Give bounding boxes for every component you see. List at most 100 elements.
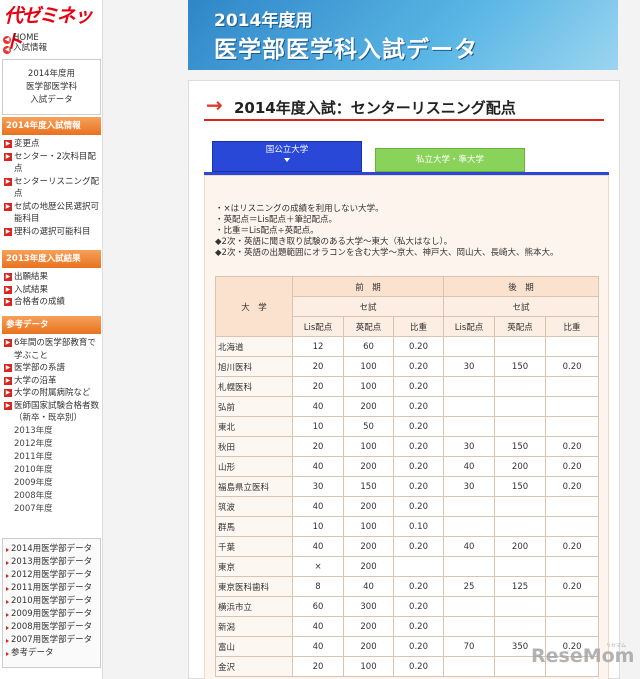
arrow-right-icon: ▶ — [4, 285, 12, 294]
link-2013-data[interactable]: 2013用医学部データ — [3, 556, 100, 569]
nav-item-science-subjects[interactable]: ▶ 理科の選択可能科目 — [2, 226, 101, 239]
cell-value — [545, 616, 600, 637]
cell-value: 150 — [343, 476, 394, 497]
link-2012-data[interactable]: 2012用医学部データ — [3, 569, 100, 582]
nav-list-2014-info: ▶ 変更点 ▶ センター・2次科目配点 ▶ センターリスニング配点 ▶ セ試の地歴公民選… — [2, 138, 101, 238]
cell-value: 0.20 — [392, 336, 445, 357]
nav-item-passer-scores[interactable]: ▶ 合格者の成績 — [2, 296, 101, 309]
cell-value: 200 — [343, 556, 394, 577]
cell-value — [494, 616, 547, 637]
cell-value: 200 — [494, 536, 547, 557]
table-row: 北海道 12 60 0.20 — [215, 336, 600, 357]
cell-value — [545, 336, 600, 357]
nav-list-2013-results: ▶ 出願結果 ▶ 入試結果 ▶ 合格者の成績 — [2, 271, 101, 309]
table-row: 新潟 40 200 0.20 — [215, 616, 600, 637]
cell-university: 東京 — [215, 556, 293, 577]
table-row: 福島県立医科 30 150 0.20 30 150 0.20 — [215, 476, 600, 497]
link-2008-data[interactable]: 2008用医学部データ — [3, 621, 100, 634]
cell-university: 金沢 — [215, 656, 293, 677]
cell-value: 200 — [343, 456, 394, 477]
main-panel: → 2014年度入試：センターリスニング配点 国公立大学 私立大学・準大学 ・×… — [188, 80, 620, 679]
cell-value — [443, 396, 496, 417]
nav-item-social-subjects[interactable]: ▶ セ試の地歴公民選択可能科目 — [2, 201, 101, 226]
table-row: 弘前 40 200 0.20 — [215, 396, 600, 417]
cell-value: 100 — [343, 376, 394, 397]
exam-info-link[interactable]: ◀ 入試情報 — [3, 43, 47, 54]
tab-national-public[interactable]: 国公立大学 — [212, 141, 362, 172]
table-row: 秋田 20 100 0.20 30 150 0.20 — [215, 436, 600, 457]
link-reference-data[interactable]: 参考データ — [3, 647, 100, 660]
cell-value — [494, 336, 547, 357]
tab-content: ・×はリスニングの成績を利用しない大学。 ・英配点＝Lis配点＋筆記配点。 ・比… — [204, 175, 609, 679]
cell-value — [494, 556, 547, 577]
header-banner: 2014年度用 医学部医学科入試データ — [188, 0, 618, 70]
table-body: 北海道 12 60 0.20 旭川医科 20 100 0.20 30 150 0.20 札幌医科 20 1… — [215, 336, 600, 677]
arrow-right-icon: ▶ — [4, 364, 12, 372]
cell-value: 40 — [343, 576, 394, 597]
nav-item-history[interactable]: ▶ 大学の沿革 — [2, 375, 101, 388]
cell-value: 0.20 — [392, 476, 445, 497]
link-2014-data[interactable]: 2014用医学部データ — [3, 543, 100, 556]
cell-value: 0.20 — [545, 456, 600, 477]
nav-item-six-years[interactable]: ▶ 6年間の医学部教育で学ぶこと — [2, 337, 101, 362]
arrow-right-icon: ▶ — [4, 227, 12, 236]
nav-year-2008[interactable]: 2008年度 — [2, 490, 101, 503]
cell-university: 東京医科歯科 — [215, 576, 293, 597]
nav-year-2012[interactable]: 2012年度 — [2, 438, 101, 451]
cell-value — [545, 376, 600, 397]
cell-value: 0.20 — [545, 476, 600, 497]
cell-university: 千葉 — [215, 536, 293, 557]
cell-value — [545, 516, 600, 537]
nav-year-2009[interactable]: 2009年度 — [2, 477, 101, 490]
cell-value: 150 — [494, 476, 547, 497]
cell-value: 200 — [343, 496, 394, 517]
header-seshi-kouki: セ試 — [443, 296, 600, 317]
cell-university: 東北 — [215, 416, 293, 437]
cell-value: 0.20 — [392, 656, 445, 677]
nav-item-exam-results[interactable]: ▶ 入試結果 — [2, 284, 101, 297]
cell-value: 40 — [292, 636, 344, 657]
site-logo[interactable]: 代ゼミネット — [4, 3, 101, 53]
link-2010-data[interactable]: 2010用医学部データ — [3, 595, 100, 608]
cell-value — [443, 496, 496, 517]
nav-year-2013[interactable]: 2013年度 — [2, 425, 101, 438]
cell-value: 10 — [292, 516, 344, 537]
cell-value: 40 — [292, 496, 344, 517]
cell-university: 筑波 — [215, 496, 293, 517]
link-2007-data[interactable]: 2007用医学部データ — [3, 634, 100, 647]
cell-value: 100 — [343, 516, 394, 537]
nav-item-hospitals[interactable]: ▶ 大学の附属病院など — [2, 387, 101, 400]
cell-university: 北海道 — [215, 336, 293, 357]
cell-university: 秋田 — [215, 436, 293, 457]
cell-value: 125 — [494, 576, 547, 597]
cell-value — [443, 656, 496, 677]
nav-item-listening-points[interactable]: ▶ センターリスニング配点 — [2, 176, 101, 201]
data-title-box[interactable]: 2014年度用 医学部医学科 入試データ — [2, 59, 101, 115]
cell-value: 100 — [343, 356, 394, 377]
nav-year-2010[interactable]: 2010年度 — [2, 464, 101, 477]
nav-item-subject-points[interactable]: ▶ センター・2次科目配点 — [2, 151, 101, 176]
tab-private[interactable]: 私立大学・準大学 — [375, 148, 525, 172]
nav-item-lineage[interactable]: ▶ 医学部の系譜 — [2, 362, 101, 375]
cell-value — [392, 556, 445, 577]
arrow-right-icon: ▶ — [4, 389, 12, 397]
cell-value: 200 — [343, 396, 394, 417]
cell-value — [545, 416, 600, 437]
nav-item-changes[interactable]: ▶ 変更点 — [2, 138, 101, 151]
nav-year-2011[interactable]: 2011年度 — [2, 451, 101, 464]
cell-value: 25 — [443, 576, 496, 597]
cell-value: 300 — [343, 596, 394, 617]
arrow-right-icon: ▶ — [4, 152, 12, 161]
nav-year-2007[interactable]: 2007年度 — [2, 503, 101, 516]
cell-value: 30 — [443, 436, 496, 457]
cell-value: 0.20 — [392, 496, 445, 517]
nav-item-national-exam[interactable]: ▶ 医師国家試験合格者数（新卒・既卒別） — [2, 400, 101, 425]
cell-value: 200 — [343, 636, 394, 657]
cell-value — [494, 376, 547, 397]
nav-item-applications[interactable]: ▶ 出願結果 — [2, 271, 101, 284]
link-2009-data[interactable]: 2009用医学部データ — [3, 608, 100, 621]
cell-value: 20 — [292, 376, 344, 397]
cell-value: 60 — [343, 336, 394, 357]
link-2011-data[interactable]: 2011用医学部データ — [3, 582, 100, 595]
cell-value: 40 — [292, 396, 344, 417]
